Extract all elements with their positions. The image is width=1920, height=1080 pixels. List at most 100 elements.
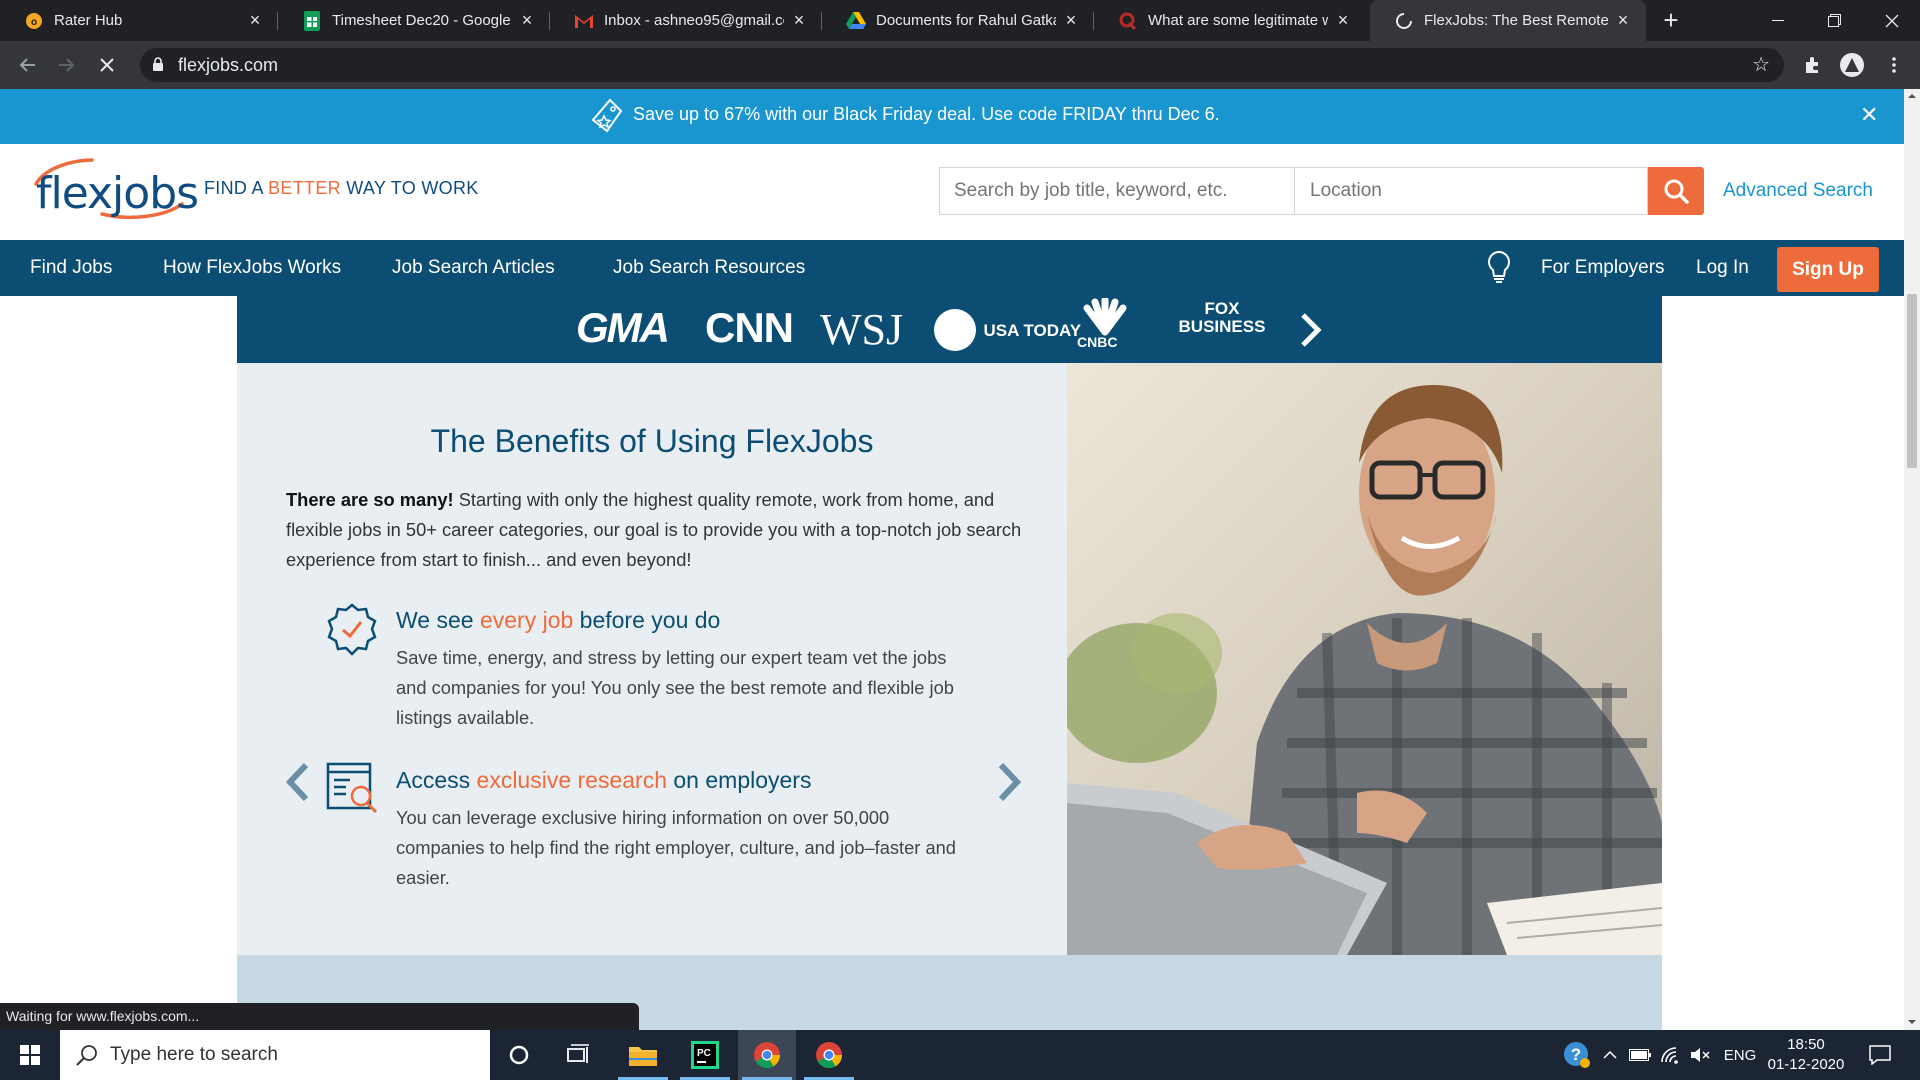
scrollbar-thumb[interactable]	[1907, 294, 1917, 468]
search-button[interactable]	[1648, 167, 1704, 215]
nav-how-flexjobs-works[interactable]: How FlexJobs Works	[163, 257, 341, 279]
tab-google-drive[interactable]: Documents for Rahul Gatkal ×	[822, 0, 1094, 41]
windows-taskbar: Type here to search PC ? ENG 18:50 01-12…	[0, 1030, 1920, 1080]
location-input[interactable]	[1294, 167, 1648, 215]
tab-gmail[interactable]: Inbox - ashneo95@gmail.com ×	[550, 0, 822, 41]
task-view-button[interactable]	[550, 1030, 608, 1080]
site-header: flexjobs FIND A BETTER WAY TO WORK Advan…	[0, 144, 1904, 240]
chrome-app[interactable]	[800, 1030, 858, 1080]
feature-title-exclusive-research: Access exclusive research on employers	[396, 767, 811, 794]
profile-avatar-icon[interactable]	[1838, 51, 1866, 79]
close-icon[interactable]: ×	[1062, 10, 1080, 31]
feature-body-exclusive-research: You can leverage exclusive hiring inform…	[396, 807, 956, 888]
tab-rater-hub[interactable]: o Rater Hub ×	[0, 0, 278, 41]
back-button[interactable]	[12, 50, 42, 80]
lightbulb-icon[interactable]	[1486, 250, 1512, 286]
chevron-right-icon[interactable]	[1299, 312, 1323, 348]
back-arrow-icon	[19, 58, 35, 72]
loading-status: Waiting for www.flexjobs.com...	[0, 1003, 639, 1030]
flexjobs-logo[interactable]: flexjobs	[22, 154, 199, 230]
feature-title-highlight: exclusive research	[476, 767, 667, 793]
promo-banner[interactable]: Save up to 67% with our Black Friday dea…	[0, 89, 1904, 144]
press-logos-strip: GMA CNN WSJ USA TODAY CNBC FOX BUSINESS	[237, 296, 1662, 363]
taskbar-search-box[interactable]: Type here to search	[60, 1030, 490, 1080]
raterhub-icon: o	[24, 11, 44, 31]
feature-title-part: We see	[396, 607, 480, 633]
show-hidden-icons-chevron[interactable]	[1598, 1030, 1622, 1080]
close-icon[interactable]: ×	[790, 10, 808, 31]
benefits-intro: There are so many! Starting with only th…	[286, 485, 1056, 575]
gma-logo: GMA	[576, 304, 670, 351]
tab-timesheet[interactable]: Timesheet Dec20 - Google Sh ×	[278, 0, 550, 41]
scroll-down-icon[interactable]	[1908, 1019, 1916, 1025]
signup-button[interactable]: Sign Up	[1777, 247, 1879, 292]
chrome-app-active[interactable]	[738, 1030, 796, 1080]
new-tab-button[interactable]: +	[1656, 5, 1686, 35]
extensions-icon[interactable]	[1798, 51, 1826, 79]
close-icon[interactable]: ×	[1334, 10, 1352, 31]
tab-flexjobs-active[interactable]: FlexJobs: The Best Remote W ×	[1370, 0, 1646, 41]
close-icon[interactable]: ×	[246, 10, 264, 31]
wifi-icon[interactable]	[1656, 1030, 1684, 1080]
browser-toolbar: flexjobs.com ☆	[0, 41, 1920, 89]
usa-today-circle-icon	[934, 309, 976, 351]
benefits-panel: The Benefits of Using FlexJobs There are…	[237, 363, 1067, 955]
scroll-up-icon[interactable]	[1908, 93, 1916, 99]
benefits-title: The Benefits of Using FlexJobs	[430, 423, 874, 459]
chevron-right-icon[interactable]	[995, 761, 1025, 803]
feature-title-part: Access	[396, 767, 477, 793]
nav-job-search-resources[interactable]: Job Search Resources	[613, 257, 805, 279]
tab-quora[interactable]: What are some legitimate wa ×	[1094, 0, 1366, 41]
close-icon[interactable]: ×	[1614, 10, 1632, 31]
notifications-icon[interactable]	[1860, 1030, 1900, 1080]
bookmark-star-icon[interactable]: ☆	[1752, 52, 1770, 77]
clock[interactable]: 18:50 01-12-2020	[1764, 1030, 1848, 1080]
tagline-part: WAY TO WORK	[340, 178, 479, 198]
menu-kebab-icon[interactable]	[1880, 51, 1908, 79]
taskbar-search-placeholder: Type here to search	[110, 1044, 278, 1065]
nav-find-jobs[interactable]: Find Jobs	[30, 257, 112, 279]
battery-icon[interactable]	[1626, 1030, 1654, 1080]
volume-muted-icon[interactable]	[1686, 1030, 1714, 1080]
tab-title: FlexJobs: The Best Remote W	[1424, 12, 1608, 29]
web-page: Save up to 67% with our Black Friday dea…	[0, 89, 1904, 1030]
advanced-search-link[interactable]: Advanced Search	[1723, 180, 1873, 202]
gmail-icon	[574, 11, 594, 31]
cortana-button[interactable]	[490, 1030, 548, 1080]
search-icon	[76, 1045, 97, 1066]
pycharm-icon: PC	[691, 1041, 719, 1069]
close-icon[interactable]: ×	[518, 10, 536, 31]
tagline-highlight: BETTER	[268, 178, 341, 198]
close-banner-icon[interactable]: ✕	[1860, 102, 1878, 128]
minimize-button[interactable]	[1750, 0, 1806, 41]
clock-date: 01-12-2020	[1767, 1056, 1845, 1073]
login-link[interactable]: Log In	[1696, 257, 1749, 279]
address-bar[interactable]: flexjobs.com ☆	[140, 48, 1784, 82]
nav-job-search-articles[interactable]: Job Search Articles	[392, 257, 555, 279]
restore-button[interactable]	[1806, 0, 1862, 41]
start-button[interactable]	[0, 1030, 60, 1080]
lock-icon	[153, 57, 163, 71]
job-search-input[interactable]	[939, 167, 1294, 215]
chevron-up-icon	[1603, 1050, 1617, 1059]
help-tray-icon[interactable]: ?	[1560, 1030, 1594, 1080]
page-scrollbar[interactable]	[1904, 89, 1920, 1030]
close-window-button[interactable]	[1864, 0, 1920, 41]
quora-icon	[1118, 11, 1138, 31]
forward-button[interactable]	[52, 50, 82, 80]
tab-title: Documents for Rahul Gatkal	[876, 12, 1056, 29]
svg-text:o: o	[31, 17, 37, 28]
usa-today-logo: USA TODAY	[933, 308, 1081, 352]
task-view-icon	[567, 1044, 589, 1063]
verified-badge-icon	[327, 603, 377, 656]
chevron-left-icon[interactable]	[282, 761, 312, 803]
file-explorer-app[interactable]	[614, 1030, 672, 1080]
nav-for-employers[interactable]: For Employers	[1541, 257, 1665, 279]
stop-loading-button[interactable]	[92, 50, 122, 80]
tab-title: Rater Hub	[54, 12, 123, 29]
tab-title: Timesheet Dec20 - Google Sh	[332, 12, 512, 29]
language-indicator[interactable]: ENG	[1720, 1030, 1760, 1080]
google-drive-icon	[846, 11, 866, 31]
pycharm-app[interactable]: PC	[676, 1030, 734, 1080]
tagline: FIND A BETTER WAY TO WORK	[204, 178, 479, 199]
